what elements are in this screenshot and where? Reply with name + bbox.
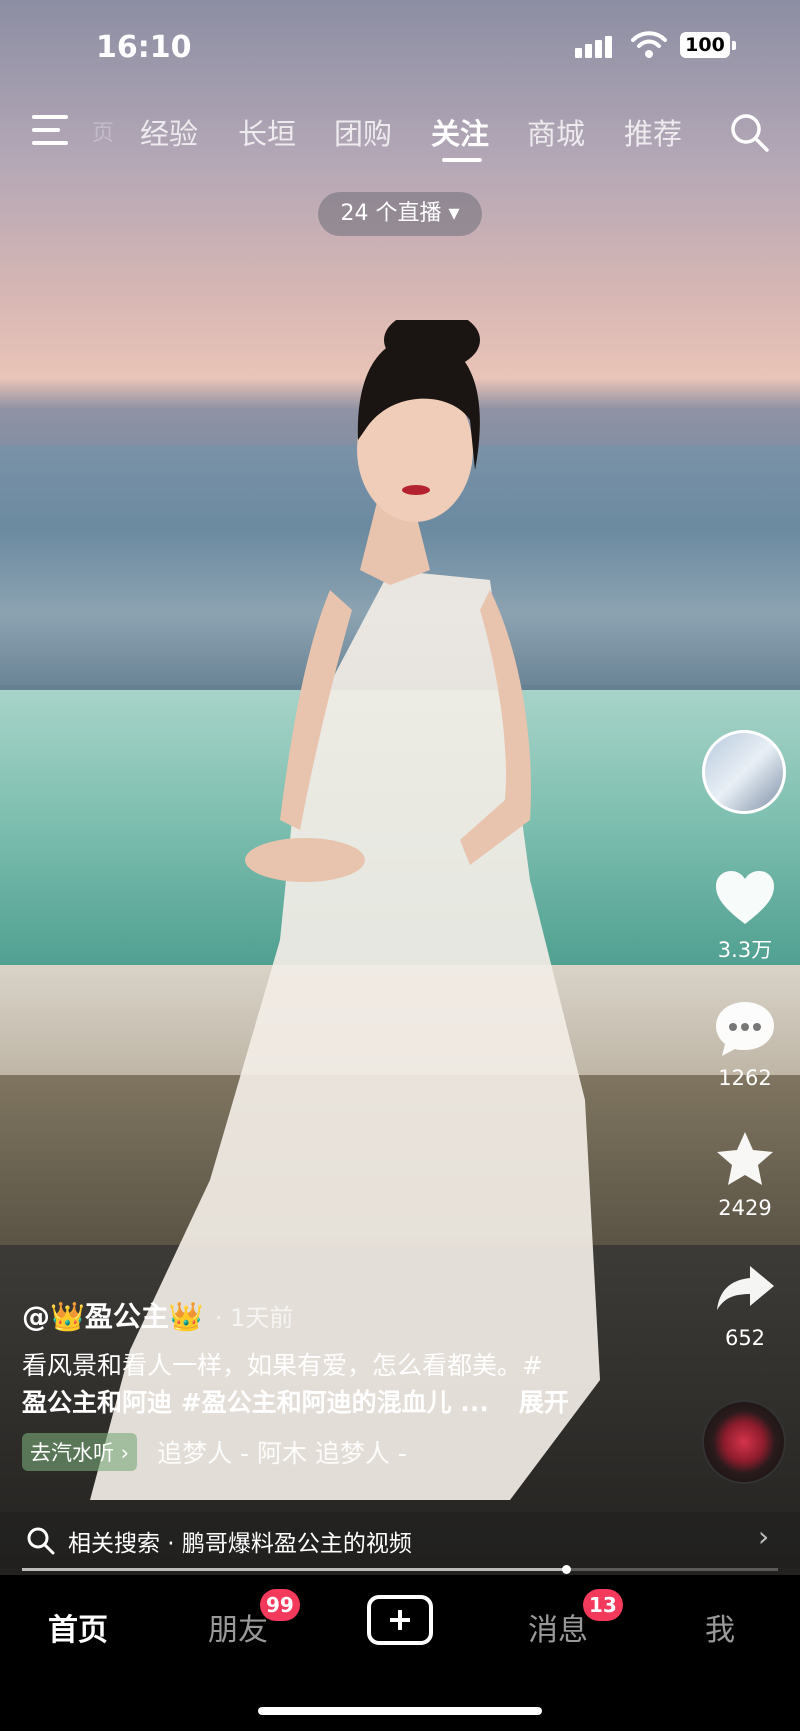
post-description[interactable]: 看风景和看人一样，如果有爱，怎么看都美。# 盈公主和阿迪 #盈公主和阿迪的混血儿… — [22, 1347, 622, 1421]
nav-messages[interactable]: 消息 — [528, 1605, 588, 1649]
description-line-2: 盈公主和阿迪 #盈公主和阿迪的混血儿 ... — [22, 1388, 489, 1417]
music-disc-icon[interactable] — [702, 1400, 786, 1484]
wifi-icon — [631, 31, 667, 58]
chevron-right-icon: › — [758, 1520, 770, 1553]
video-feed-screen: 16:10 100 页 经验 长垣 团购 关注 商城 推荐 24 个直播 ▾ 3… — [0, 0, 800, 1731]
create-post-button[interactable] — [367, 1595, 433, 1645]
like-count: 3.3万 — [717, 938, 773, 962]
video-progress-bar[interactable] — [22, 1565, 778, 1574]
tab-following[interactable]: 关注 — [431, 111, 489, 153]
search-icon[interactable] — [728, 111, 772, 155]
home-indicator — [258, 1707, 542, 1715]
cellular-signal-icon — [575, 36, 615, 58]
heart-icon — [716, 871, 774, 924]
music-row: 去汽水听 › 追梦人 - 阿木 追梦人 - — [22, 1433, 622, 1471]
menu-icon[interactable] — [32, 115, 70, 147]
friends-badge: 99 — [260, 1589, 300, 1621]
progress-fill — [22, 1568, 567, 1571]
listen-on-qishui-button[interactable]: 去汽水听 › — [22, 1433, 138, 1471]
live-count-pill[interactable]: 24 个直播 ▾ — [318, 192, 482, 236]
comment-icon — [716, 1002, 774, 1056]
favorite-button[interactable]: 2429 — [690, 1130, 800, 1220]
top-tab-bar: 页 经验 长垣 团购 关注 商城 推荐 — [0, 105, 800, 165]
description-line-1: 看风景和看人一样，如果有爱，怎么看都美。# — [22, 1351, 543, 1380]
tab-clipped[interactable]: 页 — [92, 115, 114, 147]
share-arrow-icon — [717, 1266, 774, 1310]
tab-recommend[interactable]: 推荐 — [624, 111, 682, 153]
related-search-bar[interactable]: 相关搜索 · 鹏哥爆料盈公主的视频 › — [0, 1512, 800, 1568]
status-bar: 16:10 100 — [0, 0, 800, 95]
like-button[interactable]: 3.3万 — [690, 870, 800, 964]
comment-button[interactable]: 1262 — [690, 1000, 800, 1090]
nav-home[interactable]: 首页 — [48, 1605, 108, 1649]
battery-icon: 100 — [680, 32, 736, 58]
tab-experience[interactable]: 经验 — [140, 111, 198, 153]
post-time: · 1天前 — [214, 1304, 294, 1332]
nav-me[interactable]: 我 — [705, 1605, 735, 1649]
expand-link[interactable]: 展开 — [519, 1388, 569, 1417]
tab-changyuan[interactable]: 长垣 — [238, 111, 296, 153]
post-caption: @👑盈公主👑 · 1天前 看风景和看人一样，如果有爱，怎么看都美。# 盈公主和阿… — [22, 1295, 622, 1471]
favorite-count: 2429 — [718, 1196, 772, 1220]
nav-friends[interactable]: 朋友 — [208, 1605, 268, 1649]
share-count: 652 — [724, 1326, 766, 1350]
related-search-text: 相关搜索 · 鹏哥爆料盈公主的视频 — [68, 1531, 412, 1557]
search-icon — [27, 1527, 55, 1555]
share-button[interactable]: 652 — [690, 1260, 800, 1350]
star-icon — [717, 1132, 773, 1185]
bottom-nav: 首页 朋友 99 消息 13 我 — [0, 1575, 800, 1731]
comment-count: 1262 — [718, 1066, 772, 1090]
music-title[interactable]: 追梦人 - 阿木 追梦人 - — [157, 1434, 407, 1470]
active-tab-indicator — [442, 158, 482, 162]
tab-mall[interactable]: 商城 — [527, 111, 585, 153]
messages-badge: 13 — [583, 1589, 623, 1621]
author-avatar[interactable] — [702, 730, 786, 814]
clock: 16:10 — [96, 30, 192, 65]
tab-group-buy[interactable]: 团购 — [334, 111, 392, 153]
author-name[interactable]: @👑盈公主👑 — [22, 1300, 204, 1333]
